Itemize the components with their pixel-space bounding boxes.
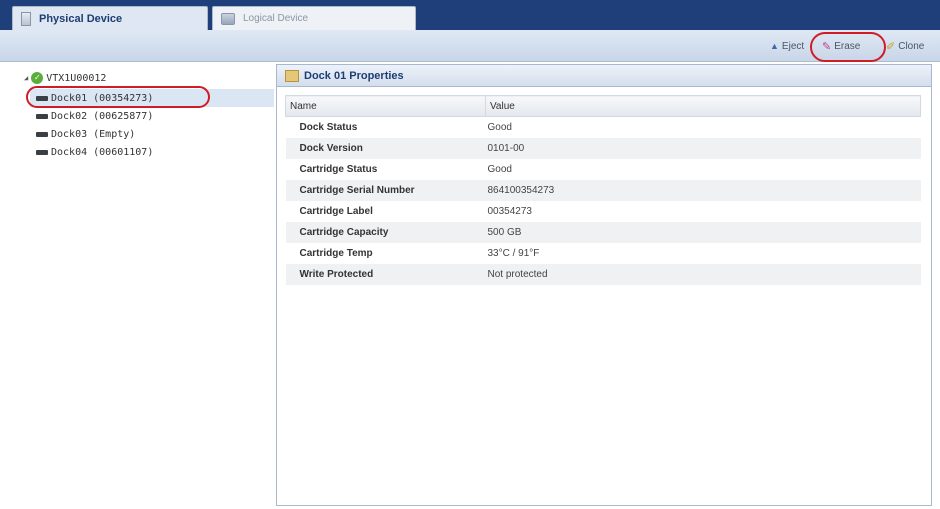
row-value: 500 GB bbox=[485, 221, 921, 243]
tree-item-label: Dock01 (00354273) bbox=[51, 92, 154, 104]
column-header-value[interactable]: Value bbox=[485, 95, 921, 117]
row-name: Cartridge Serial Number bbox=[285, 179, 486, 201]
clone-button[interactable]: ✐ Clone bbox=[886, 37, 924, 55]
tab-label: Logical Device bbox=[243, 13, 309, 24]
table-row[interactable]: Write Protected Not protected bbox=[285, 263, 921, 285]
table-row[interactable]: Cartridge Serial Number 864100354273 bbox=[285, 179, 921, 201]
row-name: Cartridge Capacity bbox=[285, 221, 486, 243]
row-value: Good bbox=[487, 163, 512, 175]
dock-icon bbox=[36, 113, 48, 119]
status-ok-icon: ✓ bbox=[31, 72, 44, 84]
table-row[interactable]: Dock Version 0101-00 bbox=[285, 137, 921, 159]
properties-title: Dock 01 Properties bbox=[304, 69, 404, 82]
tab-physical-device[interactable]: Physical Device bbox=[12, 6, 208, 30]
dock-icon bbox=[36, 95, 48, 101]
row-value: 864100354273 bbox=[485, 179, 921, 201]
eject-button[interactable]: ▲ Eject bbox=[770, 37, 804, 55]
column-header-name[interactable]: Name bbox=[285, 95, 486, 117]
row-name: Cartridge Label bbox=[299, 205, 373, 217]
row-name: Dock Status bbox=[299, 121, 358, 133]
table-row[interactable]: Dock Status Good bbox=[286, 117, 921, 138]
row-value: Good bbox=[487, 121, 512, 133]
tab-logical-device[interactable]: Logical Device bbox=[212, 6, 416, 30]
tree-item-dock04[interactable]: Dock04 (00601107) bbox=[36, 143, 153, 161]
dock-icon bbox=[36, 149, 48, 155]
toolbar: ▲ Eject ✎ Erase ✐ Clone bbox=[0, 30, 940, 62]
row-name: Dock Version bbox=[285, 137, 486, 159]
tab-label: Physical Device bbox=[39, 12, 123, 25]
expand-triangle-icon[interactable]: ◢ bbox=[24, 74, 28, 82]
table-header-row: Name Value bbox=[285, 95, 921, 117]
erase-label: Erase bbox=[834, 40, 861, 52]
properties-header: Dock 01 Properties bbox=[277, 65, 931, 87]
tree-item-dock02[interactable]: Dock02 (00625877) bbox=[36, 107, 153, 125]
erase-button[interactable]: ✎ Erase bbox=[822, 37, 860, 55]
row-value: 00354273 bbox=[487, 205, 533, 217]
row-value: 0101-00 bbox=[485, 137, 921, 159]
row-value: Not protected bbox=[485, 263, 921, 285]
tree-root-node[interactable]: ◢ ✓ VTX1U00012 bbox=[24, 72, 106, 84]
dock-icon bbox=[36, 131, 48, 137]
tree-item-label: Dock04 (00601107) bbox=[51, 146, 154, 158]
properties-panel: Dock 01 Properties Name Value Dock Statu… bbox=[276, 64, 932, 506]
row-name: Cartridge Temp bbox=[299, 247, 373, 259]
clone-icon: ✐ bbox=[886, 40, 896, 53]
eject-label: Eject bbox=[781, 40, 805, 52]
tree-root-label: VTX1U00012 bbox=[46, 72, 107, 84]
tab-bar: Physical Device Logical Device bbox=[0, 0, 940, 30]
table-row[interactable]: Cartridge Temp 33°C / 91°F bbox=[286, 243, 921, 264]
clone-label: Clone bbox=[898, 40, 925, 52]
properties-icon bbox=[285, 69, 299, 82]
table-row[interactable]: Cartridge Capacity 500 GB bbox=[285, 221, 921, 243]
tree-item-label: Dock02 (00625877) bbox=[51, 110, 154, 122]
device-tree: ◢ ✓ VTX1U00012 Dock01 (00354273) Dock02 … bbox=[12, 64, 274, 506]
row-value: 33°C / 91°F bbox=[487, 247, 540, 259]
row-name: Cartridge Status bbox=[299, 163, 378, 175]
tree-item-dock03[interactable]: Dock03 (Empty) bbox=[36, 125, 135, 143]
drive-icon bbox=[221, 12, 235, 25]
tree-item-label: Dock03 (Empty) bbox=[51, 128, 136, 140]
tree-item-dock01[interactable]: Dock01 (00354273) bbox=[30, 89, 274, 107]
table-row[interactable]: Cartridge Label 00354273 bbox=[286, 201, 921, 222]
eject-icon: ▲ bbox=[770, 41, 779, 51]
eraser-icon: ✎ bbox=[822, 40, 832, 53]
row-name: Write Protected bbox=[285, 263, 486, 285]
properties-table: Name Value Dock Status Good Dock Version… bbox=[285, 95, 921, 285]
table-row[interactable]: Cartridge Status Good bbox=[286, 159, 921, 180]
device-icon bbox=[21, 11, 31, 26]
